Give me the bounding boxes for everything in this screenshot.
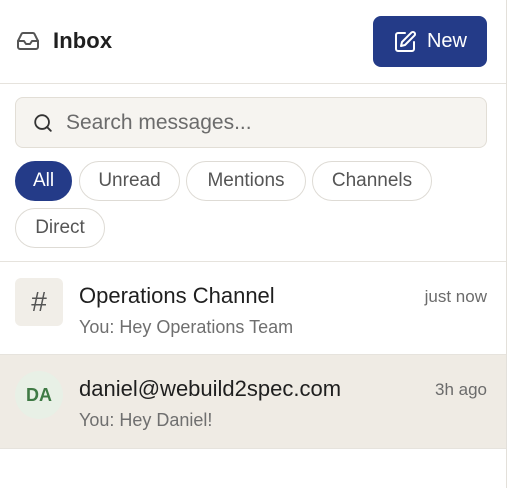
- filter-chip-label: Direct: [35, 217, 85, 238]
- new-message-button[interactable]: New: [373, 16, 487, 67]
- filter-chip-label: Mentions: [207, 170, 285, 191]
- conversation-row-daniel[interactable]: DA daniel@webuild2spec.com 3h ago You: H…: [0, 355, 506, 448]
- avatar: DA: [15, 371, 63, 419]
- search-box: [15, 97, 487, 148]
- row-divider: [0, 448, 506, 449]
- filter-chip-all[interactable]: All: [15, 161, 72, 201]
- filter-chip-label: All: [32, 170, 55, 191]
- conversation-row-operations-channel[interactable]: # Operations Channel just now You: Hey O…: [0, 262, 506, 355]
- filter-chip-label: Unread: [98, 170, 161, 191]
- channel-hash-icon: #: [15, 278, 63, 326]
- inbox-icon: [16, 29, 40, 53]
- filter-chip-unread[interactable]: Unread: [79, 161, 180, 201]
- conversation-preview: You: Hey Operations Team: [79, 317, 294, 337]
- conversation-name: daniel@webuild2spec.com: [79, 376, 342, 401]
- filter-chip-direct[interactable]: Direct: [15, 208, 105, 248]
- inbox-header: Inbox New: [0, 0, 506, 84]
- edit-icon: [393, 30, 417, 54]
- conversation-time: just now: [424, 287, 487, 306]
- filter-chip-channels[interactable]: Channels: [312, 161, 432, 201]
- filter-chip-mentions[interactable]: Mentions: [186, 161, 306, 201]
- inbox-panel: Inbox New All Unread Mentions C: [0, 0, 506, 488]
- conversation-preview: You: Hey Daniel!: [79, 410, 213, 430]
- filter-chip-label: Channels: [331, 170, 413, 191]
- conversation-time: 3h ago: [435, 380, 487, 399]
- adjacent-pane-edge: [507, 0, 518, 488]
- search-input[interactable]: [66, 98, 476, 147]
- conversation-name: Operations Channel: [79, 283, 275, 308]
- new-button-label: New: [426, 30, 467, 52]
- page-title: Inbox: [53, 28, 113, 53]
- search-icon: [32, 112, 54, 134]
